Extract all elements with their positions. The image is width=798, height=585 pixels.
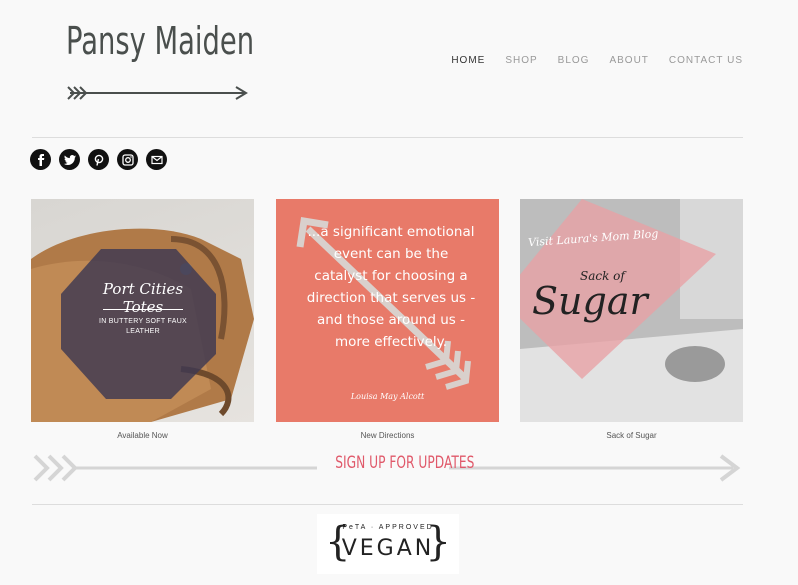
vegan-badge: { } PeTA · APPROVED VEGAN (317, 514, 459, 574)
nav-blog[interactable]: BLOG (558, 55, 590, 66)
badge-main-text: VEGAN (341, 536, 435, 561)
divider (32, 504, 743, 505)
tile-caption[interactable]: Available Now (31, 431, 254, 440)
email-icon[interactable] (146, 149, 167, 170)
facebook-icon[interactable] (30, 149, 51, 170)
tile-subtitle: IN BUTTERY SOFT FAUX LEATHER (98, 318, 188, 335)
logo-arrow-icon (67, 86, 248, 100)
signup-link[interactable]: SIGN UP FOR UPDATES (335, 453, 474, 473)
quote-text: ...a significant emotional event can be … (306, 224, 476, 350)
tile-totes[interactable]: Port Cities Totes IN BUTTERY SOFT FAUX L… (31, 199, 254, 422)
nav-about[interactable]: ABOUT (609, 55, 648, 66)
tile-caption[interactable]: Sack of Sugar (520, 431, 743, 440)
divider (32, 137, 743, 138)
brand-name: Pansy Maiden (66, 19, 255, 63)
pinterest-icon[interactable] (88, 149, 109, 170)
twitter-icon[interactable] (59, 149, 80, 170)
title-divider (103, 309, 183, 310)
nav-home[interactable]: HOME (451, 55, 485, 66)
instagram-icon[interactable] (117, 149, 138, 170)
badge-top-text: PeTA · APPROVED (342, 524, 434, 531)
quote-author: Louisa May Alcott (350, 392, 425, 401)
nav-contact[interactable]: CONTACT US (669, 55, 743, 66)
nav-shop[interactable]: SHOP (505, 55, 537, 66)
tile-blog[interactable]: Visit Laura's Mom Blog Sack of Sugar (520, 199, 743, 422)
blog-name-sugar: Sugar (532, 279, 648, 323)
logo[interactable]: Pansy Maiden (66, 19, 255, 100)
tile-title: Port Cities Totes (102, 280, 184, 316)
social-links (30, 149, 167, 170)
main-nav: HOME SHOP BLOG ABOUT CONTACT US (451, 55, 743, 66)
tile-quote[interactable]: ...a significant emotional event can be … (276, 199, 499, 422)
tile-caption[interactable]: New Directions (276, 431, 499, 440)
